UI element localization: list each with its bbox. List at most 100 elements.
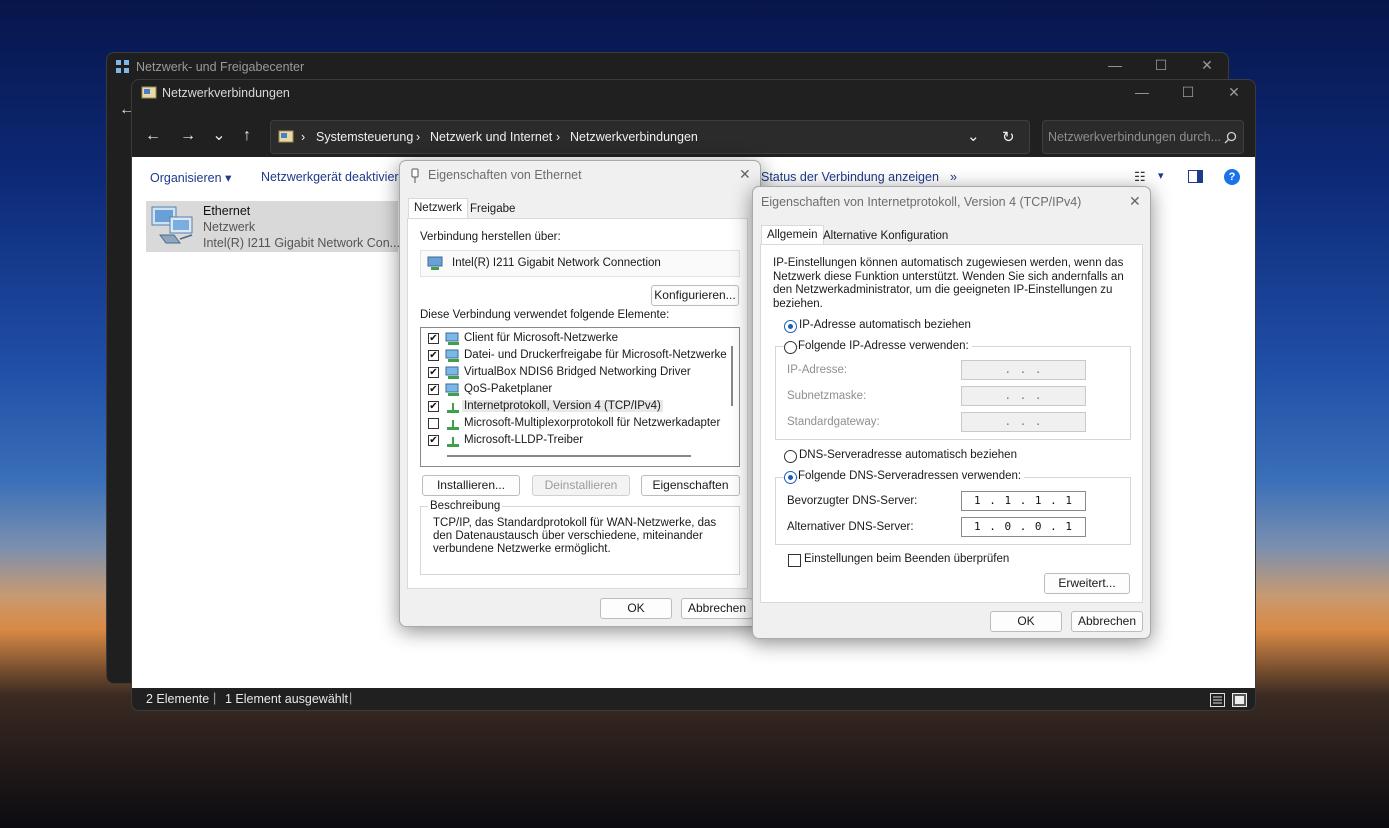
preferred-dns-field[interactable]: 1 . 1 . 1 . 1 [961, 491, 1086, 511]
window-title: Netzwerk- und Freigabecenter [136, 60, 305, 74]
ok-button[interactable]: OK [600, 598, 672, 619]
advanced-button[interactable]: Erweitert... [1044, 573, 1130, 594]
cancel-button[interactable]: Abbrechen [1071, 611, 1143, 632]
close-button[interactable]: ✕ [1129, 193, 1141, 210]
intro-text: IP-Einstellungen können automatisch zuge… [773, 257, 1124, 310]
item-label: VirtualBox NDIS6 Bridged Networking Driv… [464, 366, 691, 378]
configure-button[interactable]: Konfigurieren... [651, 285, 739, 306]
description-title: Beschreibung [428, 500, 503, 512]
help-icon[interactable]: ? [1224, 169, 1240, 185]
search-input[interactable]: Netzwerkverbindungen durch... [1042, 120, 1244, 154]
item-checkbox[interactable]: ✔ [428, 333, 439, 344]
install-button[interactable]: Installieren... [422, 475, 520, 496]
item-label: Datei- und Druckerfreigabe für Microsoft… [464, 349, 727, 361]
dns-auto-radio[interactable] [784, 450, 797, 463]
item-checkbox[interactable] [428, 418, 439, 429]
chevron-down-icon[interactable]: ⌄ [967, 127, 980, 145]
maximize-button[interactable]: ☐ [1138, 57, 1184, 74]
alternate-dns-field[interactable]: 1 . 0 . 0 . 1 [961, 517, 1086, 537]
item-label: Microsoft-Multiplexorprotokoll für Netzw… [464, 417, 721, 429]
maximize-button[interactable]: ☐ [1165, 84, 1211, 101]
service-icon [445, 383, 459, 396]
refresh-icon[interactable]: ↻ [1002, 128, 1015, 146]
dns-manual-radio[interactable] [784, 471, 797, 484]
back-button[interactable]: ← [138, 127, 168, 145]
properties-button[interactable]: Eigenschaften [641, 475, 740, 496]
minimize-button[interactable]: — [1092, 57, 1138, 73]
deactivate-device-button[interactable]: Netzwerkgerät deaktivieren [261, 170, 412, 184]
tab-allgemein[interactable]: Allgemein [761, 225, 824, 245]
uninstall-button[interactable]: Deinstallieren [532, 475, 630, 496]
preview-pane-icon[interactable] [1188, 170, 1203, 183]
breadcrumb-item-netzwerkverbindungen[interactable]: Netzwerkverbindungen [570, 130, 698, 144]
search-icon [1224, 131, 1237, 144]
ipv4-properties-dialog: Eigenschaften von Internetprotokoll, Ver… [752, 186, 1151, 639]
item-checkbox[interactable]: ✔ [428, 367, 439, 378]
ip-address-field[interactable]: . . . [961, 360, 1086, 380]
validate-checkbox[interactable] [788, 554, 801, 567]
details-view-icon[interactable] [1210, 693, 1225, 707]
list-item[interactable]: ✔ Microsoft-LLDP-Treiber [421, 433, 721, 449]
tiles-view-icon[interactable] [1232, 693, 1247, 707]
alternate-dns-label: Alternativer DNS-Server: [787, 521, 914, 533]
gateway-label: Standardgateway: [787, 416, 880, 428]
network-center-icon [116, 60, 129, 73]
selection-count: 1 Element ausgewählt [225, 692, 348, 706]
ok-button[interactable]: OK [990, 611, 1062, 632]
item-checkbox[interactable]: ✔ [428, 350, 439, 361]
dns-manual-label: Folgende DNS-Serveradressen verwenden: [798, 470, 1025, 482]
minimize-button[interactable]: — [1119, 84, 1165, 100]
ip-auto-radio[interactable] [784, 320, 797, 333]
item-type: Netzwerk [203, 220, 256, 234]
list-item[interactable]: ✔ Internetprotokoll, Version 4 (TCP/IPv4) [421, 399, 721, 415]
item-label: Microsoft-LLDP-Treiber [464, 434, 584, 446]
vertical-scrollbar[interactable] [731, 346, 733, 406]
ip-manual-radio[interactable] [784, 341, 797, 354]
description-group: Beschreibung TCP/IP, das Standardprotoko… [420, 500, 740, 575]
list-item[interactable]: ✔ QoS-Paketplaner [421, 382, 721, 398]
close-button[interactable]: ✕ [1184, 57, 1228, 74]
adapter-field: Intel(R) I211 Gigabit Network Connection [420, 250, 740, 277]
list-item[interactable]: ✔ VirtualBox NDIS6 Bridged Networking Dri… [421, 365, 721, 381]
organize-button[interactable]: Organisieren ▾ [150, 170, 231, 185]
service-icon [445, 349, 459, 362]
chevron-down-icon[interactable]: ▾ [1158, 169, 1164, 182]
tab-netzwerk[interactable]: Netzwerk [408, 198, 468, 218]
breadcrumb-separator: › [416, 130, 421, 144]
ethernet-cable-icon [411, 168, 419, 183]
subnet-mask-field[interactable]: . . . [961, 386, 1086, 406]
description-text: TCP/IP, das Standardprotokoll für WAN-Ne… [433, 517, 717, 555]
dialog-title: Eigenschaften von Ethernet [428, 168, 582, 182]
gateway-field[interactable]: . . . [961, 412, 1086, 432]
cancel-button[interactable]: Abbrechen [681, 598, 753, 619]
up-button[interactable]: ↑ [232, 127, 262, 145]
item-checkbox[interactable]: ✔ [428, 401, 439, 412]
control-panel-icon [278, 130, 294, 143]
preferred-dns-label: Bevorzugter DNS-Server: [787, 495, 918, 507]
breadcrumb-item-netzwerk-und-internet[interactable]: Netzwerk und Internet [430, 130, 552, 144]
close-button[interactable]: ✕ [1211, 84, 1255, 101]
list-item[interactable]: ✔ Client für Microsoft-Netzwerke [421, 331, 721, 347]
list-item[interactable]: Microsoft-Multiplexorprotokoll für Netzw… [421, 416, 721, 432]
general-tab-panel: IP-Einstellungen können automatisch zuge… [760, 244, 1143, 603]
network-tab-panel: Verbindung herstellen über: Intel(R) I21… [407, 218, 748, 589]
forward-button[interactable]: → [173, 127, 203, 145]
horizontal-scrollbar[interactable] [447, 455, 691, 457]
ip-manual-label: Folgende IP-Adresse verwenden: [798, 340, 972, 352]
item-checkbox[interactable]: ✔ [428, 384, 439, 395]
dns-auto-label: DNS-Serveradresse automatisch beziehen [799, 449, 1017, 461]
close-button[interactable]: ✕ [739, 166, 751, 183]
ethernet-connection-item[interactable]: Ethernet Netzwerk Intel(R) I211 Gigabit … [146, 201, 400, 252]
protocol-icon [447, 420, 459, 430]
item-checkbox[interactable]: ✔ [428, 435, 439, 446]
tab-freigabe[interactable]: Freigabe [465, 200, 520, 220]
more-commands-button[interactable]: » [950, 170, 957, 184]
status-divider: | [213, 691, 217, 705]
recent-locations-button[interactable]: ⌄ [204, 125, 234, 145]
breadcrumb-separator: › [556, 130, 561, 144]
list-item[interactable]: ✔ Datei- und Druckerfreigabe für Microsof… [421, 348, 727, 364]
address-bar[interactable]: › Systemsteuerung › Netzwerk und Interne… [270, 120, 1030, 154]
view-status-button[interactable]: Status der Verbindung anzeigen [761, 170, 939, 184]
view-options-icon[interactable]: ☷ [1134, 169, 1146, 185]
breadcrumb-item-systemsteuerung[interactable]: Systemsteuerung [316, 130, 413, 144]
